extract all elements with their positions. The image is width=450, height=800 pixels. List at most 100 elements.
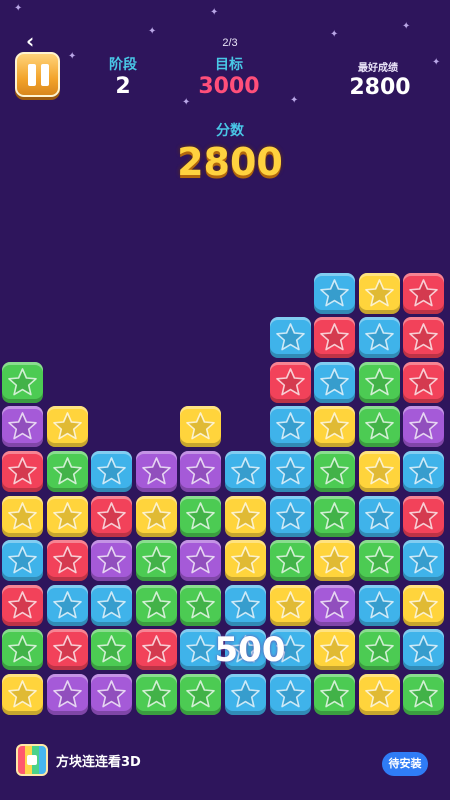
star-block-purple[interactable] — [91, 674, 133, 715]
star-block-purple[interactable] — [314, 584, 356, 626]
star-block-green[interactable] — [135, 584, 177, 626]
star-block-green[interactable] — [2, 361, 43, 403]
star-block-yellow[interactable] — [358, 272, 400, 314]
star-icon — [409, 590, 439, 619]
star-icon — [364, 367, 394, 396]
star-block-blue[interactable] — [403, 451, 445, 492]
star-block-yellow[interactable] — [314, 629, 356, 671]
star-block-red[interactable] — [2, 451, 43, 492]
star-icon — [141, 680, 171, 708]
star-block-purple[interactable] — [180, 451, 222, 492]
ad-banner[interactable] — [0, 740, 450, 800]
star-block-yellow[interactable] — [358, 451, 400, 492]
star-block-red[interactable] — [403, 495, 445, 537]
star-block-green[interactable] — [358, 361, 400, 403]
star-block-blue[interactable] — [91, 584, 133, 626]
star-icon — [364, 546, 394, 574]
star-block-blue[interactable] — [403, 540, 445, 582]
star-block-blue[interactable] — [225, 584, 266, 626]
star-block-purple[interactable] — [180, 540, 222, 582]
star-block-blue[interactable] — [225, 674, 266, 715]
star-block-yellow[interactable] — [135, 495, 177, 537]
star-block-green[interactable] — [2, 629, 43, 671]
star-block-blue[interactable] — [358, 584, 400, 626]
star-block-green[interactable] — [314, 674, 356, 715]
star-block-red[interactable] — [403, 317, 445, 359]
star-block-blue[interactable] — [91, 451, 133, 492]
star-block-green[interactable] — [180, 495, 222, 537]
star-block-yellow[interactable] — [403, 584, 445, 626]
star-block-green[interactable] — [314, 495, 356, 537]
star-block-green[interactable] — [358, 406, 400, 448]
star-block-red[interactable] — [46, 540, 88, 582]
star-block-red[interactable] — [46, 629, 88, 671]
star-block-yellow[interactable] — [314, 406, 356, 448]
star-block-blue[interactable] — [314, 272, 356, 314]
star-block-blue[interactable] — [46, 584, 88, 626]
star-block-blue[interactable] — [269, 674, 311, 715]
star-icon — [409, 457, 439, 485]
star-block-purple[interactable] — [46, 674, 88, 715]
star-block-blue[interactable] — [2, 540, 43, 582]
star-block-green[interactable] — [358, 629, 400, 671]
star-block-blue[interactable] — [225, 451, 266, 492]
star-icon — [141, 590, 171, 619]
app-icon[interactable] — [16, 744, 48, 776]
block-cross-icon — [27, 755, 37, 765]
star-block-purple[interactable] — [91, 540, 133, 582]
star-block-yellow[interactable] — [2, 495, 43, 537]
pause-button[interactable] — [15, 52, 60, 97]
star-icon — [8, 501, 37, 529]
star-block-blue[interactable] — [358, 317, 400, 359]
star-icon — [52, 680, 82, 708]
star-block-purple[interactable] — [403, 406, 445, 448]
star-block-blue[interactable] — [269, 317, 311, 359]
star-block-blue[interactable] — [403, 629, 445, 671]
star-block-yellow[interactable] — [180, 406, 222, 448]
star-block-green[interactable] — [403, 674, 445, 715]
star-icon — [8, 546, 37, 574]
star-block-red[interactable] — [135, 629, 177, 671]
ad-title[interactable]: 方块连连看3D — [56, 751, 141, 770]
star-block-yellow[interactable] — [46, 406, 88, 448]
star-block-yellow[interactable] — [46, 495, 88, 537]
star-block-green[interactable] — [180, 674, 222, 715]
star-block-yellow[interactable] — [269, 584, 311, 626]
stage-label: 阶段 — [109, 57, 137, 73]
star-block-red[interactable] — [91, 495, 133, 537]
star-block-yellow[interactable] — [2, 674, 43, 715]
star-block-red[interactable] — [314, 317, 356, 359]
star-block-yellow[interactable] — [358, 674, 400, 715]
star-block-blue[interactable] — [269, 451, 311, 492]
star-block-yellow[interactable] — [314, 540, 356, 582]
star-block-green[interactable] — [91, 629, 133, 671]
star-icon — [409, 367, 439, 396]
star-block-green[interactable] — [180, 584, 222, 626]
best-score-label: 最好成绩 — [358, 63, 398, 74]
star-block-red[interactable] — [2, 584, 43, 626]
star-icon — [364, 635, 394, 663]
star-block-yellow[interactable] — [225, 495, 266, 537]
star-block-green[interactable] — [314, 451, 356, 492]
star-block-blue[interactable] — [269, 495, 311, 537]
star-block-green[interactable] — [358, 540, 400, 582]
install-button[interactable]: 待安装 — [382, 752, 428, 776]
star-block-blue[interactable] — [314, 361, 356, 403]
star-icon — [320, 278, 349, 306]
star-block-red[interactable] — [403, 361, 445, 403]
star-block-green[interactable] — [135, 674, 177, 715]
star-block-blue[interactable] — [358, 495, 400, 537]
star-block-blue[interactable] — [269, 406, 311, 448]
star-block-green[interactable] — [135, 540, 177, 582]
back-button[interactable]: ‹ — [26, 30, 48, 52]
sparkle-icon: ✦ — [432, 57, 441, 68]
star-block-purple[interactable] — [135, 451, 177, 492]
star-block-red[interactable] — [269, 361, 311, 403]
star-icon — [231, 457, 260, 485]
star-block-purple[interactable] — [2, 406, 43, 448]
score-label: 分数 — [216, 123, 244, 139]
star-block-yellow[interactable] — [225, 540, 266, 582]
star-block-green[interactable] — [46, 451, 88, 492]
star-block-green[interactable] — [269, 540, 311, 582]
star-block-red[interactable] — [403, 272, 445, 314]
